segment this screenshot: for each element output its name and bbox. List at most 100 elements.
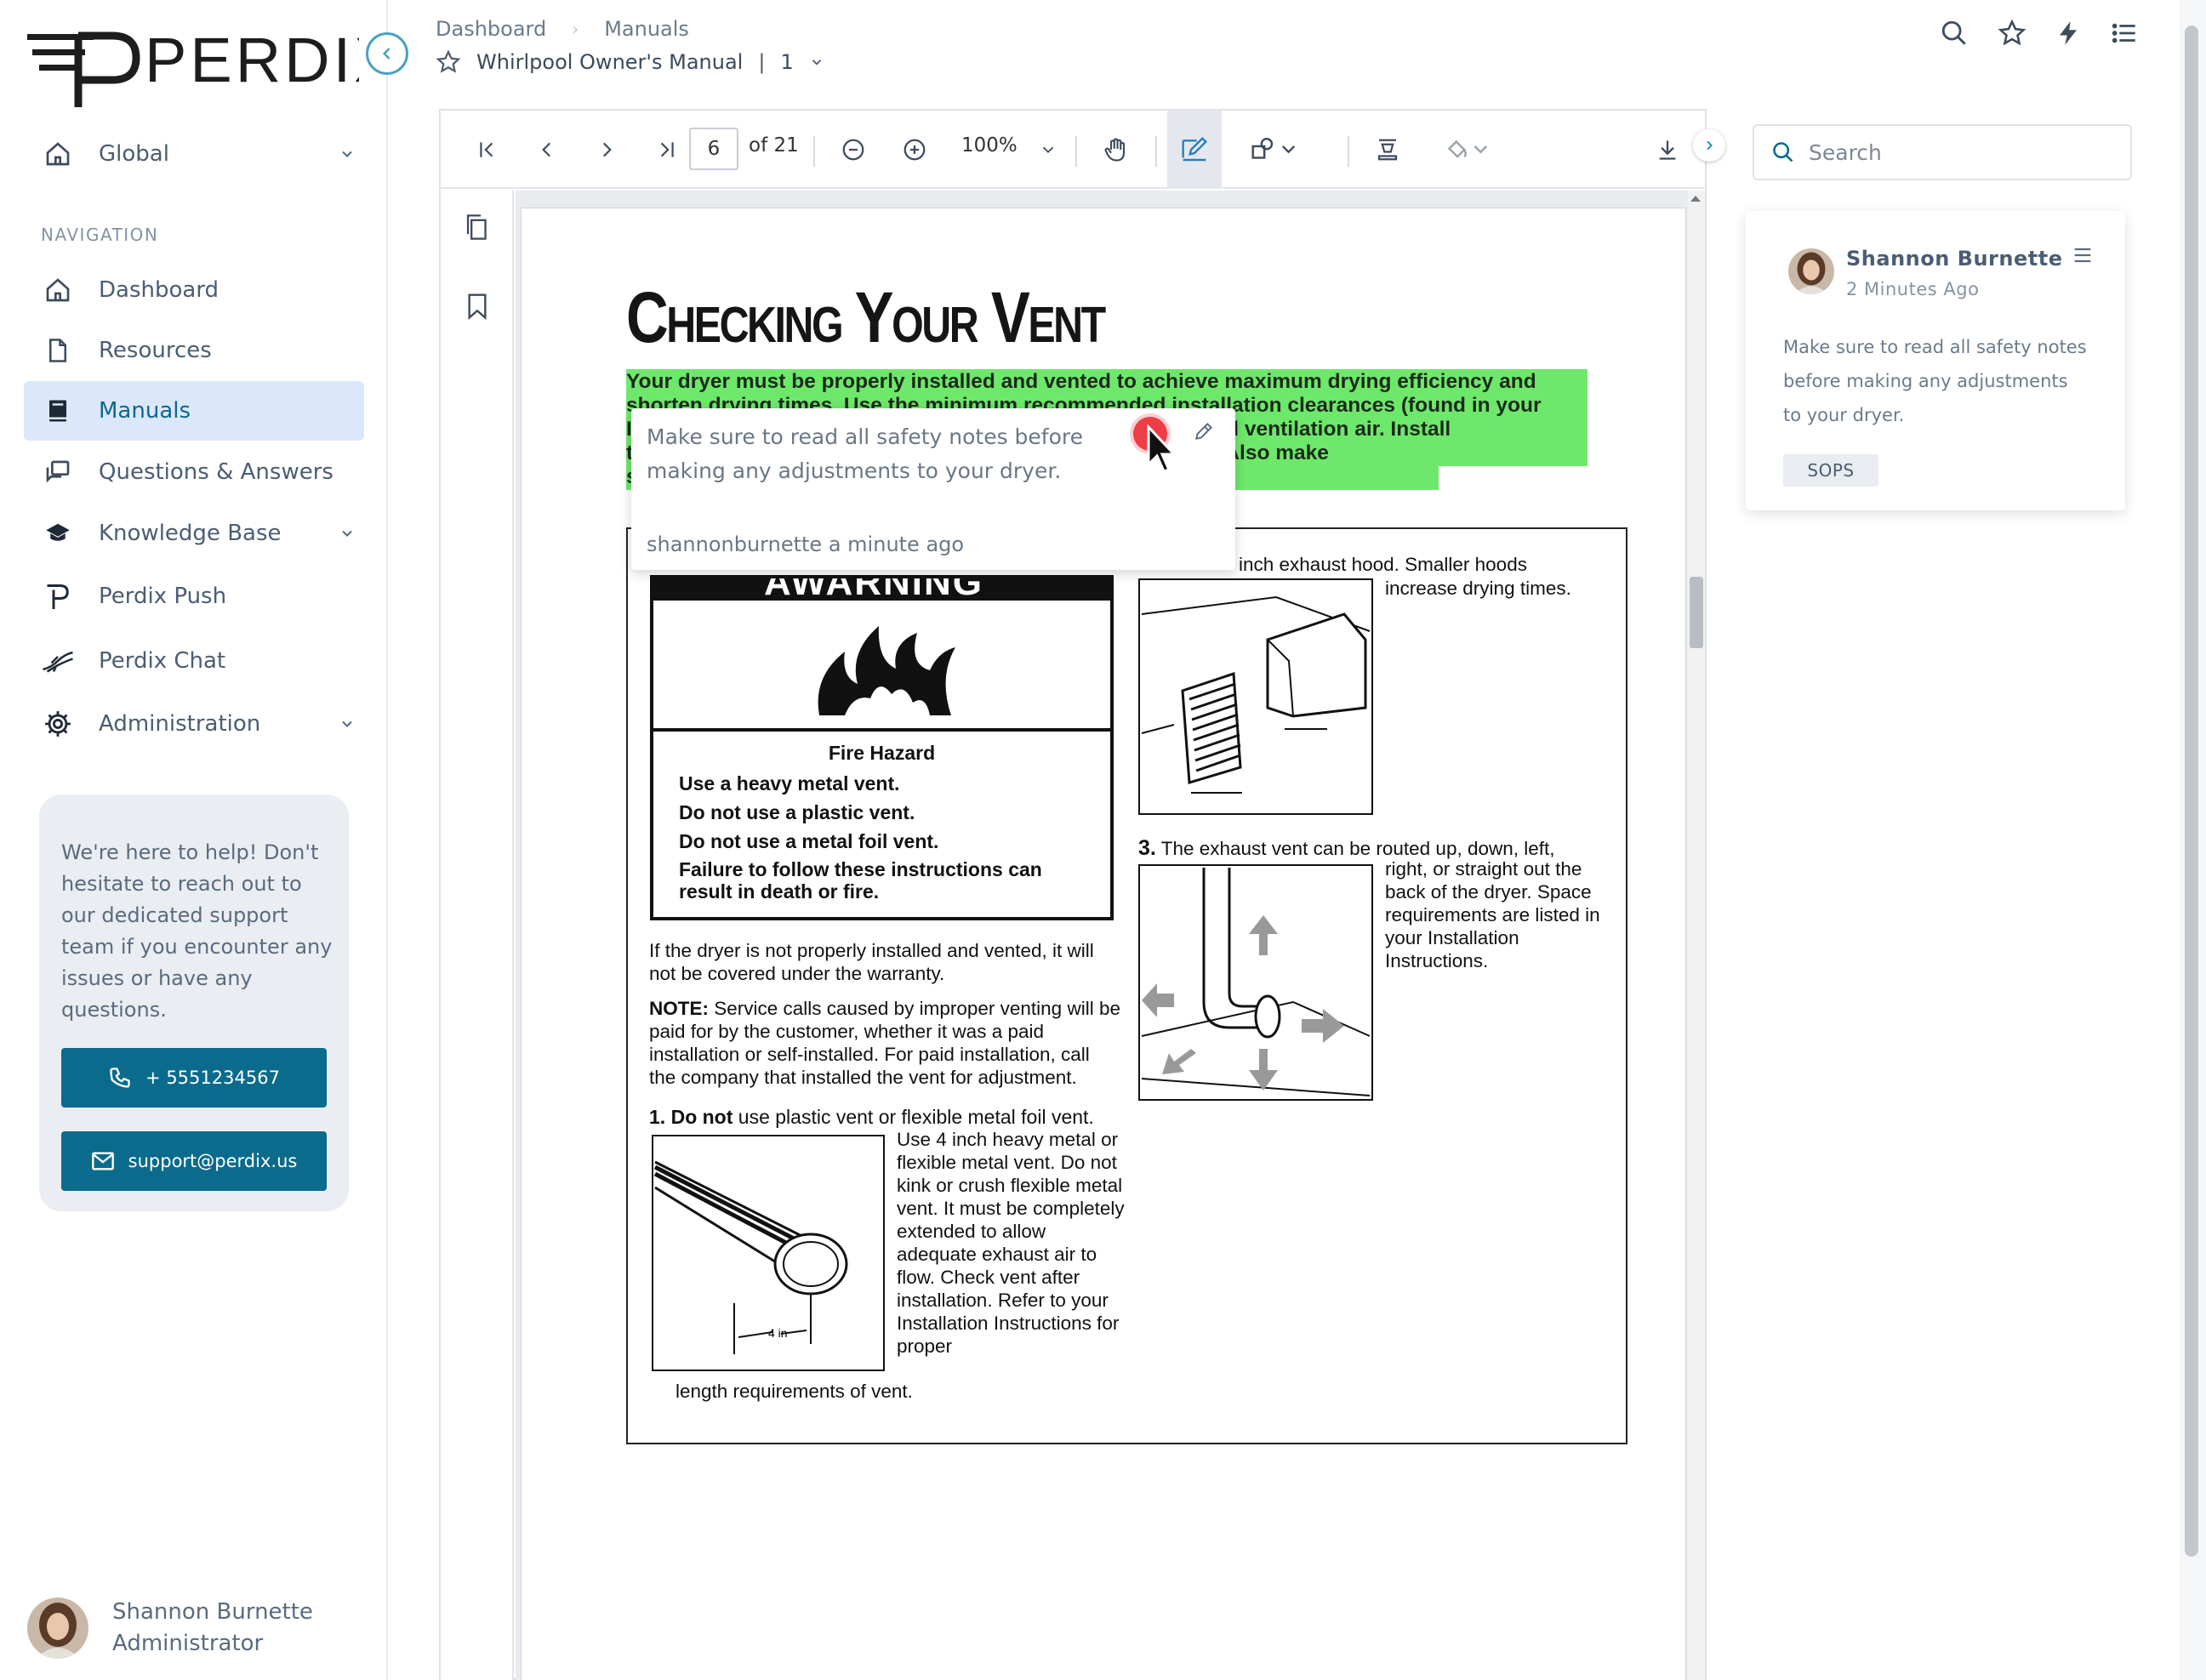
step-1-bold: Do not <box>670 1106 733 1128</box>
pencil-icon[interactable] <box>1193 420 1215 442</box>
fill-color-button[interactable] <box>1434 111 1499 189</box>
highlighted-text-line[interactable]: Your dryer must be properly installed an… <box>626 369 1588 395</box>
chevron-right-icon <box>1702 139 1716 152</box>
mouse-cursor-icon <box>1145 424 1183 476</box>
search-icon[interactable] <box>1940 19 1969 48</box>
zoom-out-icon <box>841 137 866 162</box>
perdix-p-icon <box>24 581 92 612</box>
step-3-side-text: right, or straight out the back of the d… <box>1385 858 1600 971</box>
toggle-panel-button[interactable] <box>1693 129 1725 162</box>
annotate-tool-button[interactable] <box>1167 111 1222 189</box>
annotate-icon <box>1181 137 1208 162</box>
zoom-in-button[interactable] <box>885 111 944 189</box>
sidebar-item-questions-answers[interactable]: Questions & Answers <box>24 442 364 502</box>
sidebar-item-manuals[interactable]: Manuals <box>24 381 364 441</box>
comment-tag[interactable]: SOPS <box>1783 454 1878 487</box>
sidebar-item-label: Manuals <box>99 398 191 424</box>
sidebar-item-administration[interactable]: Administration <box>24 694 364 754</box>
thumbnails-icon[interactable] <box>465 213 490 242</box>
star-icon[interactable] <box>1998 19 2026 48</box>
last-page-button[interactable] <box>636 111 696 189</box>
viewer-side-rail <box>441 191 514 1680</box>
comment-search[interactable] <box>1753 124 2132 180</box>
shapes-tool-button[interactable] <box>1235 111 1312 189</box>
zoom-out-button[interactable] <box>824 111 883 189</box>
warning-line: Do not use a metal foil vent. <box>679 830 939 852</box>
lightning-icon[interactable] <box>2055 19 2081 48</box>
phone-icon <box>108 1066 132 1090</box>
breadcrumb-separator-icon: › <box>572 19 579 39</box>
document-version[interactable]: 1 <box>780 50 793 74</box>
stamp-tool-button[interactable] <box>1358 111 1417 189</box>
chevron-down-icon <box>330 145 364 162</box>
scope-selector[interactable]: Global <box>24 124 364 184</box>
comment-body: Make sure to read all safety notes befor… <box>1783 337 2087 425</box>
step-1-heading: 1. Do not use plastic vent or flexible m… <box>649 1106 1143 1129</box>
page-count: of 21 <box>749 134 799 157</box>
pdf-title: Checking Your Vent <box>626 277 1106 357</box>
toolbar-divider <box>1155 136 1157 167</box>
first-page-button[interactable] <box>458 111 517 189</box>
step-2-heading: inch exhaust hood. Smaller hoods <box>1239 554 1527 575</box>
previous-page-button[interactable] <box>517 111 577 189</box>
stamp-icon <box>1375 137 1400 162</box>
next-page-button[interactable] <box>577 111 636 189</box>
user-role: Administrator <box>112 1631 264 1656</box>
sidebar-item-perdix-push[interactable]: Perdix Push <box>24 567 364 626</box>
zoom-level[interactable]: 100% <box>961 134 1017 157</box>
nav-heading: NAVIGATION <box>41 225 159 245</box>
toolbar-divider <box>1075 136 1077 167</box>
step-1-number: 1. <box>649 1106 666 1128</box>
breadcrumb-dashboard[interactable]: Dashboard <box>436 17 546 41</box>
breadcrumb-manuals[interactable]: Manuals <box>604 17 689 41</box>
page-number-input[interactable]: 6 <box>689 128 738 170</box>
pdf-scrollbar-thumb[interactable] <box>1690 577 1703 648</box>
user-name: Shannon Burnette <box>112 1599 313 1625</box>
file-icon <box>24 337 92 364</box>
warning-line: result in death or fire. <box>679 880 880 903</box>
user-profile[interactable]: Shannon Burnette Administrator <box>27 1597 313 1659</box>
zoom-dropdown[interactable] <box>1029 111 1067 189</box>
sidebar-item-label: Perdix Push <box>99 584 227 609</box>
bookmark-icon[interactable] <box>466 293 488 320</box>
popup-comment-text: Make sure to read all safety notes befor… <box>647 424 1084 483</box>
email-button[interactable]: support@perdix.us <box>61 1131 327 1191</box>
comment-card[interactable]: Shannon Burnette 2 Minutes Ago Make sure… <box>1746 211 2125 510</box>
sidebar-item-label: Resources <box>99 338 212 363</box>
phone-button[interactable]: + 5551234567 <box>61 1048 327 1108</box>
avatar <box>1788 248 1834 294</box>
hand-icon <box>1103 136 1128 163</box>
scroll-up-arrow-icon[interactable] <box>1690 194 1702 202</box>
star-icon[interactable] <box>436 49 461 75</box>
perdix-logo[interactable]: PERDIX <box>27 24 359 112</box>
bird-icon <box>24 648 92 674</box>
top-actions <box>1940 19 2139 48</box>
chevron-down-icon[interactable] <box>809 54 824 70</box>
popup-meta: shannonburnette a minute ago <box>647 532 964 556</box>
vent-routing-figure <box>1138 864 1373 1101</box>
sidebar-item-knowledge-base[interactable]: Knowledge Base <box>24 504 364 563</box>
sidebar-item-dashboard[interactable]: Dashboard <box>24 260 364 320</box>
fire-icon <box>811 618 964 720</box>
sidebar-item-resources[interactable]: Resources <box>24 321 364 380</box>
download-button[interactable] <box>1649 111 1686 189</box>
step-3-heading: 3. The exhaust vent can be routed up, do… <box>1138 837 1615 860</box>
menu-icon[interactable] <box>2071 243 2095 267</box>
warning-line: Do not use a plastic vent. <box>679 801 915 823</box>
phone-number: + 5551234567 <box>145 1068 280 1088</box>
help-text: We're here to help! Don't hesitate to re… <box>61 840 333 1022</box>
pdf-scrollbar[interactable] <box>1688 191 1705 1680</box>
sidebar-item-perdix-chat[interactable]: Perdix Chat <box>24 631 364 691</box>
page-scrollbar-thumb[interactable] <box>2185 26 2198 1557</box>
search-input[interactable] <box>1809 140 2115 165</box>
list-icon[interactable] <box>2110 19 2139 48</box>
collapse-sidebar-button[interactable] <box>366 32 408 75</box>
popup-time: a minute ago <box>828 532 965 556</box>
sidebar-item-label: Perdix Chat <box>99 648 226 674</box>
scope-label: Global <box>99 141 169 167</box>
step-1-tail-text: length requirements of vent. <box>675 1381 913 1402</box>
note-text: Service calls caused by improper venting… <box>649 998 1120 1088</box>
pan-tool-button[interactable] <box>1086 111 1145 189</box>
warning-box: AWARNING Fire Hazard Use a heavy metal v… <box>650 575 1114 920</box>
comment-time: 2 Minutes Ago <box>1846 279 1980 299</box>
